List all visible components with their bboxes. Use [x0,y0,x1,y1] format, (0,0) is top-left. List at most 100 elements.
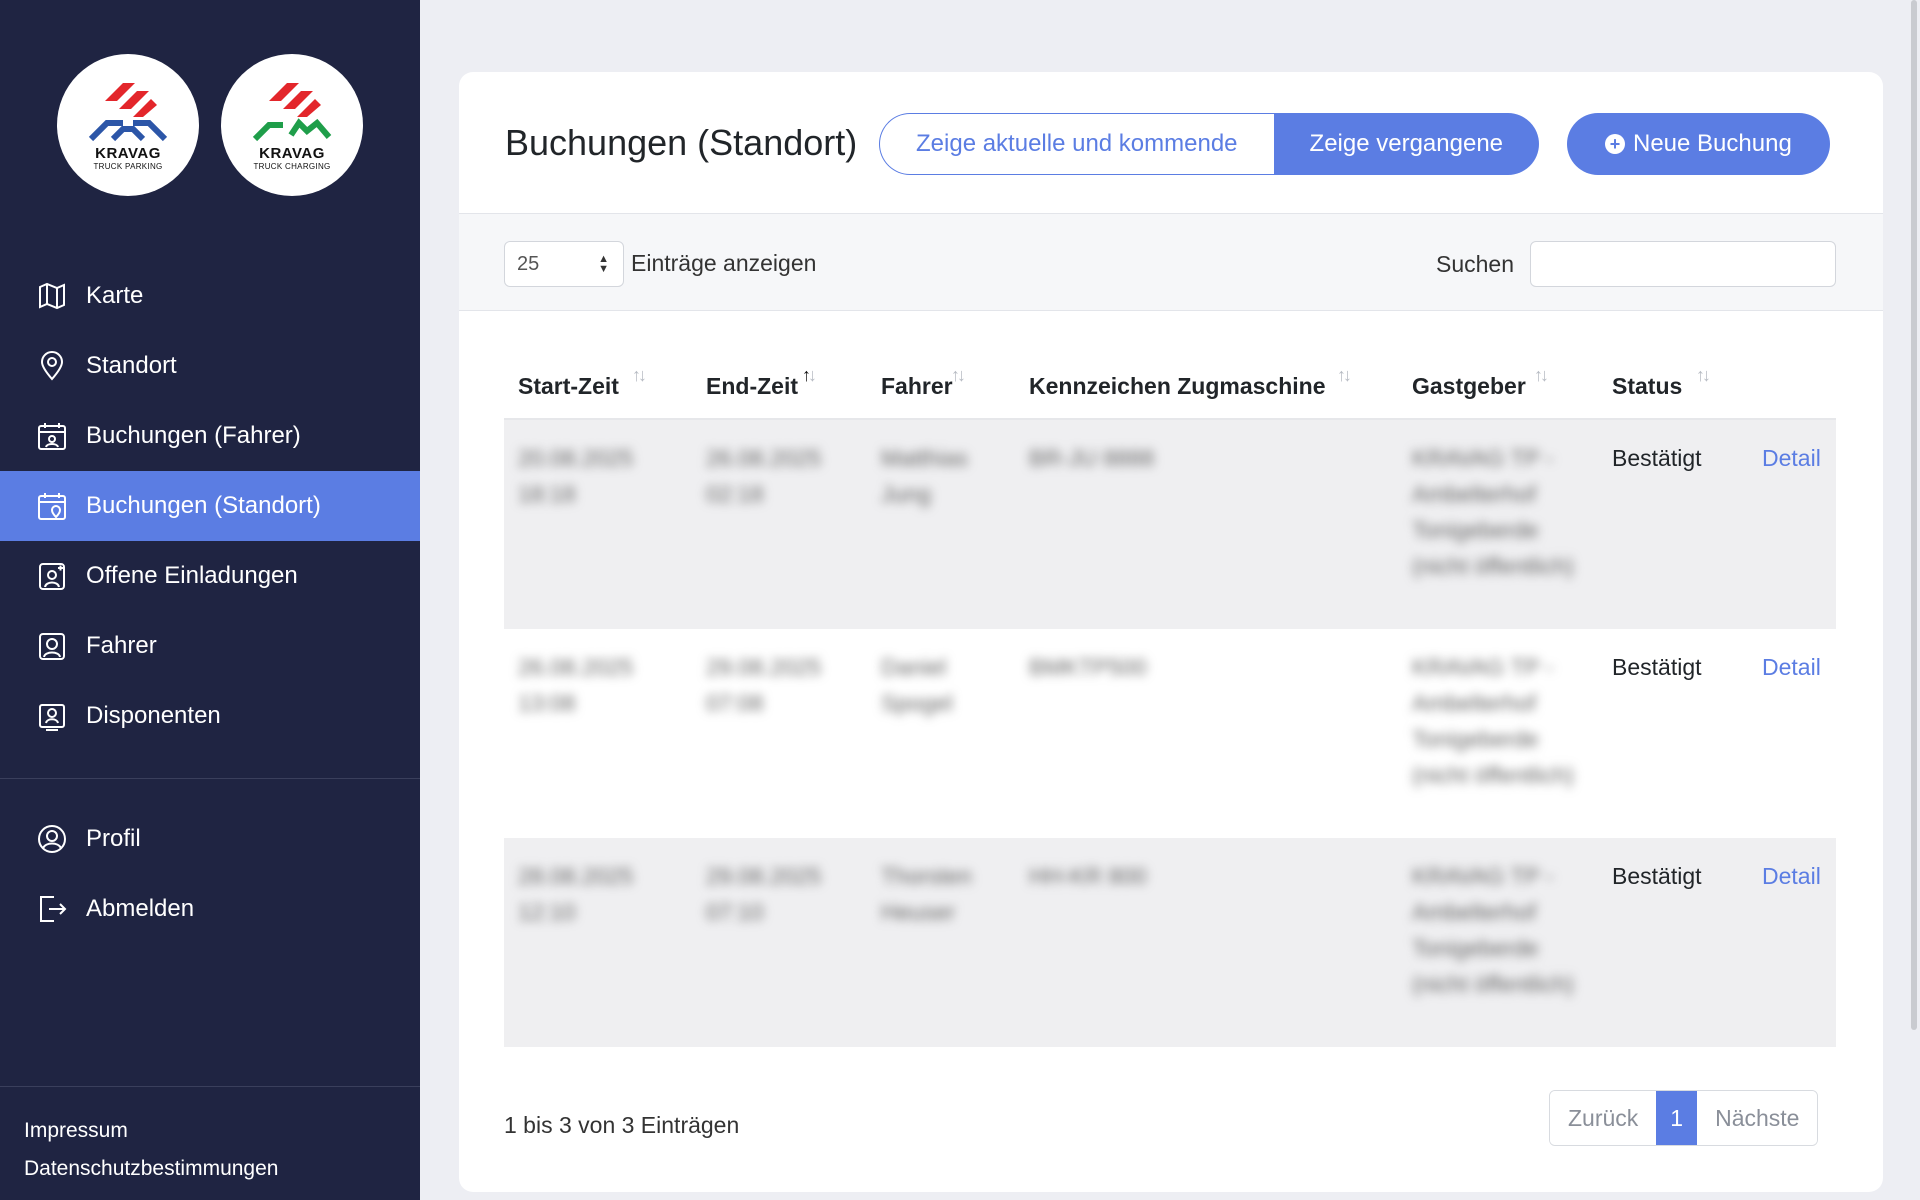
driver-cell: Matthias Jung [881,445,968,507]
new-booking-label: Neue Buchung [1633,130,1792,157]
table-row: 26.08.2025 13:08 29.08.2025 07:08 Daniel… [504,629,1836,838]
kravag-truck-charging-logo[interactable]: KRAVAG TRUCK CHARGING [221,54,363,196]
logo1-brand: KRAVAG [95,145,161,162]
sort-asc-icon: ↑↓ [802,365,817,385]
driver-cell: Daniel Spogel [881,654,953,716]
logout-icon [36,893,68,925]
page-length-value: 25 [517,252,540,275]
imprint-link[interactable]: Impressum [24,1112,278,1150]
column-label: End-Zeit [706,373,798,399]
page-length-label: Einträge anzeigen [631,250,817,276]
plate-cell: BMKTP500 [1029,654,1147,680]
nav-divider [0,778,420,779]
column-label: Fahrer [881,373,953,399]
table-header: Start-Zeit ↑↓ End-Zeit ↑↓ Fahrer ↑↓ Kenn… [504,340,1836,420]
sort-icon: ↑↓ [1696,365,1711,385]
driver-icon [36,630,68,662]
sidebar-item-offene-einladungen[interactable]: Offene Einladungen [0,541,420,611]
plate-cell: HH-KR 800 [1029,863,1147,889]
card-header: Buchungen (Standort) Zeige aktuelle und … [459,72,1883,214]
truck-charging-logo-icon [252,83,332,142]
pagination: Zurück 1 Nächste [1549,1090,1819,1146]
profile-icon [36,823,68,855]
pagination-page-1[interactable]: 1 [1656,1091,1698,1145]
sidebar-item-standort[interactable]: Standort [0,331,420,401]
logo2-sub: TRUCK CHARGING [253,162,331,171]
location-pin-icon [36,350,68,382]
column-end-time[interactable]: End-Zeit ↑↓ [692,365,867,418]
detail-link[interactable]: Detail [1748,420,1836,629]
new-booking-button[interactable]: + Neue Buchung [1567,113,1830,175]
column-driver[interactable]: Fahrer ↑↓ [867,365,1015,418]
table-filter-bar: 25 ▲ ▼ Einträge anzeigen Suchen [459,214,1883,311]
truck-parking-logo-icon [88,83,168,142]
logo1-sub: TRUCK PARKING [93,162,163,171]
sidebar-item-label: Offene Einladungen [86,562,298,589]
column-plate[interactable]: Kennzeichen Zugmaschine ↑↓ [1015,365,1398,418]
sidebar-item-label: Standort [86,352,177,379]
page-title: Buchungen (Standort) [505,122,858,163]
sidebar-item-label: Profil [86,825,141,852]
show-current-button[interactable]: Zeige aktuelle und kommende [879,113,1274,175]
status-cell: Bestätigt [1612,445,1702,471]
sort-icon: ↑↓ [632,365,647,385]
footer-divider [0,1086,420,1087]
plate-cell: BR-JU 8888 [1029,445,1155,471]
host-cell: KRAVAG TP - Ambelterhof Tonigeberde (nic… [1412,654,1574,788]
host-cell: KRAVAG TP - Ambelterhof Tonigeberde (nic… [1412,863,1574,997]
end-time-cell: 29.08.2025 07:08 [706,654,822,716]
sidebar-item-label: Abmelden [86,895,195,922]
driver-cell: Thorsten Heuser [881,863,972,925]
end-time-cell: 29.08.2025 07:10 [706,863,822,925]
logo-group: KRAVAG TRUCK PARKING KRAVAG TRUCK CHARGI… [57,54,363,196]
status-cell: Bestätigt [1612,654,1702,680]
column-status[interactable]: Status ↑↓ [1598,365,1836,418]
sidebar-item-buchungen-standort[interactable]: Buchungen (Standort) [0,471,420,541]
sidebar-item-disponenten[interactable]: Disponenten [0,681,420,751]
column-label: Gastgeber [1412,373,1526,399]
sidebar-item-profil[interactable]: Profil [0,804,420,874]
detail-link[interactable]: Detail [1748,838,1836,1047]
privacy-link[interactable]: Datenschutzbestimmungen [24,1150,278,1188]
main-nav: Karte Standort Buchungen (Fahrer) Buchun… [0,261,420,751]
host-cell: KRAVAG TP - Ambelterhof Tonigeberde (nic… [1412,445,1574,579]
pagination-prev[interactable]: Zurück [1550,1091,1657,1145]
search-label: Suchen [1436,251,1515,277]
search-input[interactable] [1530,241,1836,287]
column-host[interactable]: Gastgeber ↑↓ [1398,365,1598,418]
sidebar-item-fahrer[interactable]: Fahrer [0,611,420,681]
page-length-select[interactable]: 25 ▲ ▼ [504,241,624,287]
status-cell: Bestätigt [1612,863,1702,889]
column-label: Kennzeichen Zugmaschine [1029,373,1326,399]
logo2-brand: KRAVAG [259,145,325,162]
calendar-driver-icon [36,420,68,452]
user-add-icon [36,560,68,592]
table-row: 20.08.2025 18:18 26.08.2025 02:18 Matthi… [504,420,1836,629]
account-nav: Profil Abmelden [0,804,420,944]
column-label: Start-Zeit [518,373,619,399]
sidebar-item-label: Buchungen (Standort) [86,492,321,519]
page-scrollbar[interactable] [1911,0,1917,1030]
kravag-truck-parking-logo[interactable]: KRAVAG TRUCK PARKING [57,54,199,196]
start-time-cell: 20.08.2025 18:18 [518,445,634,507]
column-start-time[interactable]: Start-Zeit ↑↓ [504,365,692,418]
dispatcher-icon [36,700,68,732]
end-time-cell: 26.08.2025 02:18 [706,445,822,507]
sidebar-item-buchungen-fahrer[interactable]: Buchungen (Fahrer) [0,401,420,471]
sort-icon: ↑↓ [1534,365,1549,385]
table-row: 28.08.2025 12:10 29.08.2025 07:10 Thorst… [504,838,1836,1047]
select-caret-icon: ▲ ▼ [598,253,609,275]
sidebar: KRAVAG TRUCK PARKING KRAVAG TRUCK CHARGI… [0,0,420,1200]
sidebar-item-abmelden[interactable]: Abmelden [0,874,420,944]
start-time-cell: 28.08.2025 12:10 [518,863,634,925]
table-info: 1 bis 3 von 3 Einträgen [504,1112,740,1138]
sidebar-item-label: Karte [86,282,144,309]
sidebar-item-label: Fahrer [86,632,157,659]
detail-link[interactable]: Detail [1748,629,1836,838]
sidebar-item-karte[interactable]: Karte [0,261,420,331]
map-icon [36,280,68,312]
sort-icon: ↑↓ [1337,365,1352,385]
pagination-next[interactable]: Nächste [1697,1091,1818,1145]
show-past-button[interactable]: Zeige vergangene [1273,113,1540,175]
sort-icon: ↑↓ [951,365,966,385]
